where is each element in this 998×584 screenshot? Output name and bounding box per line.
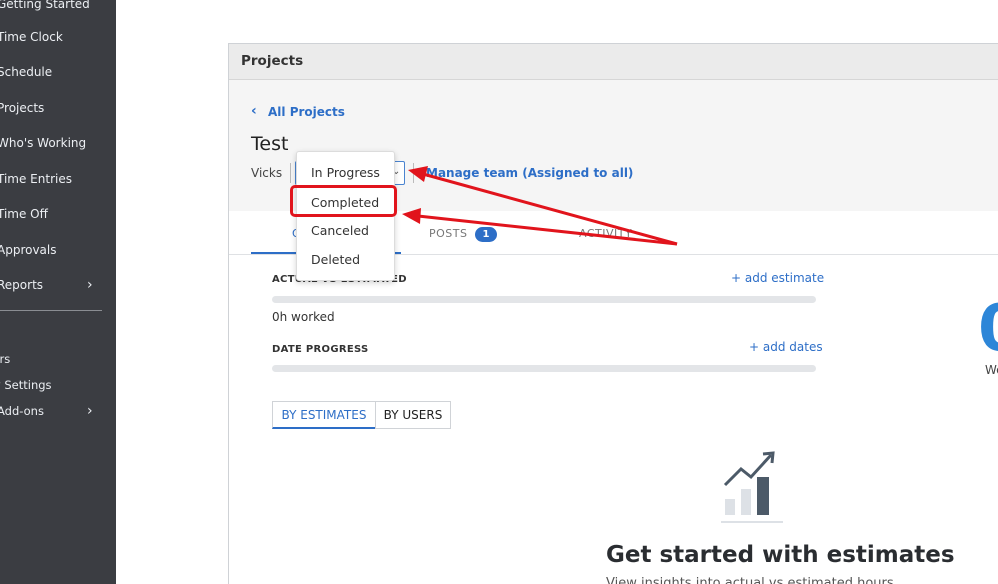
posts-count-badge: 1 (475, 227, 497, 242)
sidebar-item-time-entries[interactable]: Time Entries (0, 169, 116, 189)
annotation-highlight-box (290, 185, 397, 217)
chevron-left-icon: ‹ (251, 103, 257, 119)
sidebar-item-time-clock[interactable]: Time Clock (0, 27, 116, 47)
sidebar-item-label: Time Off (0, 207, 48, 221)
all-projects-label: All Projects (268, 105, 345, 119)
sidebar-item-label: Getting Started (0, 0, 90, 11)
tab-activity[interactable]: ACTIVITY (579, 227, 632, 240)
add-dates-link[interactable]: + add dates (749, 340, 823, 354)
add-estimate-link[interactable]: + add estimate (731, 271, 824, 285)
empty-state-subtitle: View insights into actual vs estimated h… (606, 576, 894, 584)
sidebar-item-users[interactable]: Users (0, 349, 116, 369)
divider (290, 163, 291, 183)
panel-header: Projects (229, 44, 998, 80)
chevron-right-icon: › (87, 403, 93, 419)
sidebar-divider (0, 310, 102, 311)
chevron-right-icon: › (87, 277, 93, 293)
sidebar-item-label: Time Clock (0, 30, 63, 44)
empty-state-title: Get started with estimates (606, 542, 955, 568)
divider (413, 163, 414, 183)
status-option-in-progress[interactable]: In Progress (311, 165, 380, 180)
sidebar-item-schedule[interactable]: Schedule (0, 62, 116, 82)
summary-label: We (985, 363, 998, 377)
sidebar-item-time-off[interactable]: Time Off (0, 204, 116, 224)
date-progress-label: DATE PROGRESS (272, 344, 369, 355)
actual-vs-estimated-bar (272, 296, 816, 303)
sidebar-item-label: Schedule (0, 65, 53, 79)
sidebar-item-whos-working[interactable]: Who's Working (0, 133, 116, 153)
sidebar-item-label: Time Entries (0, 172, 72, 186)
tab-posts[interactable]: POSTS 1 (429, 227, 497, 242)
sidebar-item-label: Reports (0, 278, 44, 292)
sidebar: Getting Started Time Clock Schedule Proj… (0, 0, 116, 584)
sidebar-item-label: Approvals (0, 243, 57, 257)
sidebar-item-projects[interactable]: Projects (0, 98, 116, 118)
date-progress-bar (272, 365, 816, 372)
sidebar-item-my-settings[interactable]: My Settings (0, 375, 116, 395)
project-owner: Vicks (251, 166, 283, 180)
sidebar-item-add-ons[interactable]: Add-ons › (0, 401, 116, 421)
by-users-toggle[interactable]: BY USERS (375, 401, 451, 429)
status-option-canceled[interactable]: Canceled (311, 223, 369, 238)
hours-worked: 0h worked (272, 310, 335, 324)
sidebar-item-label: Who's Working (0, 136, 87, 150)
sidebar-item-approvals[interactable]: Approvals (0, 240, 116, 260)
manage-team-link[interactable]: Manage team (Assigned to all) (426, 166, 633, 180)
summary-value: 0 (978, 292, 998, 366)
status-option-deleted[interactable]: Deleted (311, 252, 360, 267)
tab-posts-label: POSTS (429, 227, 468, 240)
sidebar-item-label: Projects (0, 101, 45, 115)
sidebar-item-getting-started[interactable]: Getting Started (0, 0, 116, 14)
by-estimates-toggle[interactable]: BY ESTIMATES (272, 401, 376, 429)
chart-growth-icon (721, 451, 783, 523)
projects-panel: Projects ‹ All Projects Test Vicks ⌄ Man… (228, 43, 998, 584)
sidebar-item-reports[interactable]: Reports › (0, 275, 116, 295)
panel-title: Projects (241, 53, 304, 69)
sidebar-item-label: Add-ons (0, 404, 44, 418)
project-title: Test (251, 133, 289, 155)
sidebar-item-label: My Settings (0, 378, 52, 392)
sidebar-item-label: Users (0, 352, 11, 366)
